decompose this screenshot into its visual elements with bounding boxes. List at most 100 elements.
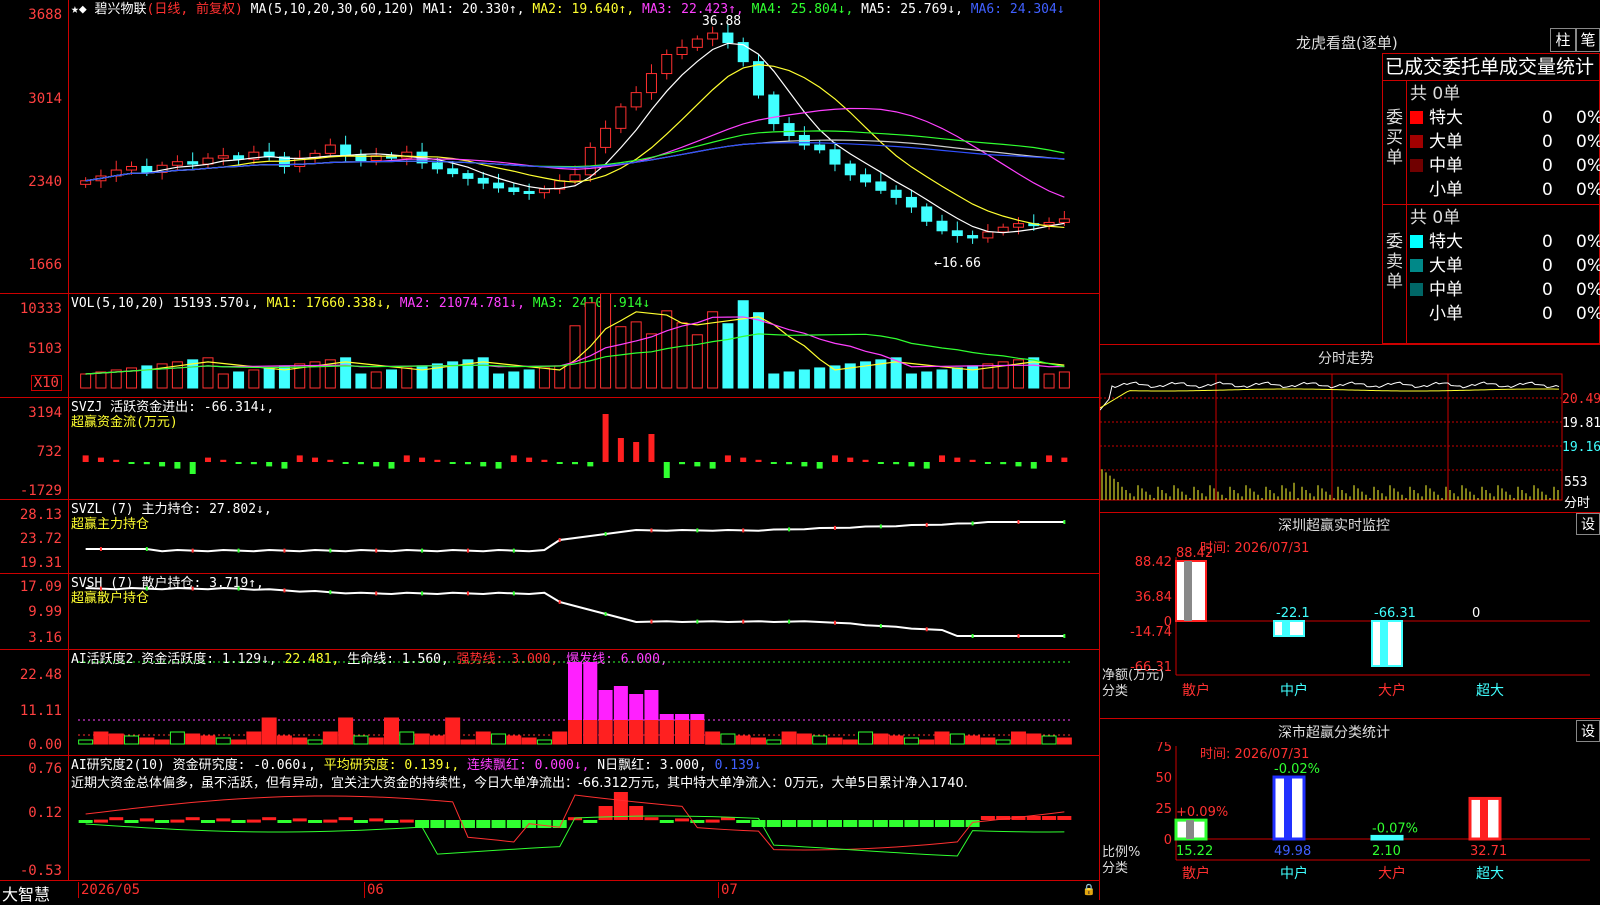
classify-category: 超大 (1476, 866, 1504, 882)
volume-bar (600, 294, 612, 389)
volume-chart[interactable] (0, 294, 1100, 398)
research-bar (109, 817, 124, 821)
fund-flow-bar (602, 414, 609, 462)
candle-body (875, 181, 887, 191)
candle-body (600, 127, 612, 148)
ai-activity-pane[interactable]: 22.48 11.11 0.00 AI活跃度2 资金活跃度: 1.129↓, 2… (0, 650, 1100, 756)
retail-position-line-tick (283, 588, 286, 593)
lhb-row-pct: 0% (1576, 304, 1600, 324)
activity-bar (873, 733, 889, 745)
retail-position-line-tick (879, 624, 882, 628)
fund-flow-bar (984, 462, 991, 464)
research-bar (598, 806, 613, 820)
monitor-chart[interactable]: 时间: 2026/07/31 88.42 36.84 0 -14.74 -66.31 88.… (1100, 535, 1600, 713)
volume-bar (1043, 373, 1055, 389)
classify-chart[interactable]: 时间: 2026/07/31 75 50 25 0 +0.09% 15.22 散户 -0.02%… (1100, 740, 1600, 900)
candle-body (645, 73, 657, 94)
volume-bar (584, 302, 596, 389)
fund-flow-bar (174, 462, 181, 469)
intraday-title: 分时走势 (1318, 351, 1374, 367)
activity-bar (613, 720, 628, 744)
volume-bar (385, 369, 397, 389)
y-tick: 20.49 (1562, 392, 1600, 407)
research-bar (308, 820, 323, 823)
fund-flow-bar (831, 455, 838, 462)
fund-flow-bar (770, 462, 777, 464)
monitor-time: 时间: 2026/07/31 (1200, 541, 1309, 556)
svzl-pane[interactable]: 28.13 23.72 19.31 SVZL (7) 主力持仓: 27.802↓… (0, 500, 1100, 574)
monitor-title: 深圳超赢实时监控 (1278, 518, 1390, 534)
classify-category: 中户 (1280, 865, 1308, 882)
activity-bar (949, 733, 965, 745)
activity-bar (583, 720, 598, 744)
classify-change: -0.02% (1274, 762, 1320, 777)
research-bar (705, 819, 720, 823)
ai-comment: 近期大资金总体偏多，虽不活跃，但有异动，宜关注大资金的持续性，今日大单净流出：-… (71, 776, 968, 791)
activity-bar (598, 720, 613, 744)
svsh-pane[interactable]: 17.09 9.99 3.16 SVSH (7) 散户持仓: 3.719↑, 超… (0, 574, 1100, 650)
color-swatch (1410, 159, 1423, 172)
volume-bar (263, 367, 275, 389)
fund-flow-bar (449, 462, 456, 464)
high-price-label: 36.88 (702, 14, 742, 29)
volume-bar (768, 373, 780, 389)
fund-flow-chart[interactable] (0, 398, 1100, 500)
research-bar (216, 818, 231, 822)
x-label: 07 (718, 882, 738, 898)
activity-bar (154, 739, 170, 745)
fund-flow-bar (235, 462, 242, 464)
monitor-value: -22.1 (1276, 606, 1310, 621)
fund-flow-bar (572, 462, 578, 465)
lhb-row-pct: 0% (1576, 280, 1600, 300)
fund-flow-bar (847, 457, 854, 462)
kline-pane[interactable]: 3688 3014 2340 1666 ★◆ 碧兴物联(日线, 前复权) MA(… (0, 0, 1100, 294)
volume-pane[interactable]: 10333 5103 X10 VOL(5,10,20) 15193.570↓, … (0, 294, 1100, 398)
activity-bar (842, 739, 858, 745)
fund-flow-bar (250, 462, 257, 465)
main-position-line-tick (742, 528, 745, 533)
retail-position-line-tick (1063, 634, 1066, 638)
main-position-chart[interactable] (0, 500, 1100, 574)
activity-bar (414, 733, 430, 745)
candle-body (508, 187, 520, 192)
activity-chart[interactable] (0, 650, 1100, 756)
research-bar (262, 817, 277, 821)
fund-flow-bar (724, 455, 731, 462)
candle-body (523, 190, 535, 194)
activity-bar (429, 735, 445, 745)
fund-flow-bar (893, 462, 900, 465)
retail-position-line-tick (237, 586, 240, 591)
intraday-chart[interactable]: 20.49 19.81 19.16 553 分时 (1099, 370, 1600, 511)
candle-body (401, 151, 413, 159)
activity-bar (644, 720, 659, 744)
color-swatch (1410, 283, 1423, 296)
retail-position-chart[interactable] (0, 574, 1100, 650)
lhb-table-divider (1382, 204, 1600, 205)
ai-research-pane[interactable]: 0.76 0.12 -0.53 AI研究度2(10) 资金研究度: -0.060… (0, 756, 1100, 880)
main-position-line (85, 521, 1065, 553)
monitor-bar-shade (1282, 621, 1290, 636)
classify-settings-button[interactable]: 设 (1576, 720, 1600, 742)
tick-view-button[interactable]: 笔 (1576, 28, 1600, 52)
volume-bar (951, 367, 963, 389)
lock-icon[interactable]: 🔒 (1082, 883, 1096, 896)
research-bar (644, 817, 659, 821)
lhb-col-divider (1406, 80, 1407, 344)
svzj-pane[interactable]: 3194 732 -1729 SVZJ 活跃资金进出: -66.314↓, 超赢… (0, 398, 1100, 500)
classify-bar-shade (1480, 798, 1488, 839)
main-position-line-tick (99, 547, 102, 551)
divider (1100, 344, 1600, 345)
monitor-bar-shade (1380, 621, 1388, 666)
activity-bar (888, 735, 904, 745)
lhb-row-label: 特大 (1429, 232, 1463, 252)
bar-view-button[interactable]: 柱 (1550, 28, 1576, 52)
research-bar (675, 818, 690, 822)
lhb-row-pct: 0% (1576, 256, 1600, 276)
activity-bar (139, 737, 155, 745)
research-bar (506, 820, 521, 828)
candlestick-chart[interactable] (0, 0, 1100, 294)
monitor-settings-button[interactable]: 设 (1576, 513, 1600, 535)
volume-bar (1058, 371, 1070, 389)
activity-bar (276, 735, 292, 745)
main-position-line-tick (237, 548, 240, 553)
